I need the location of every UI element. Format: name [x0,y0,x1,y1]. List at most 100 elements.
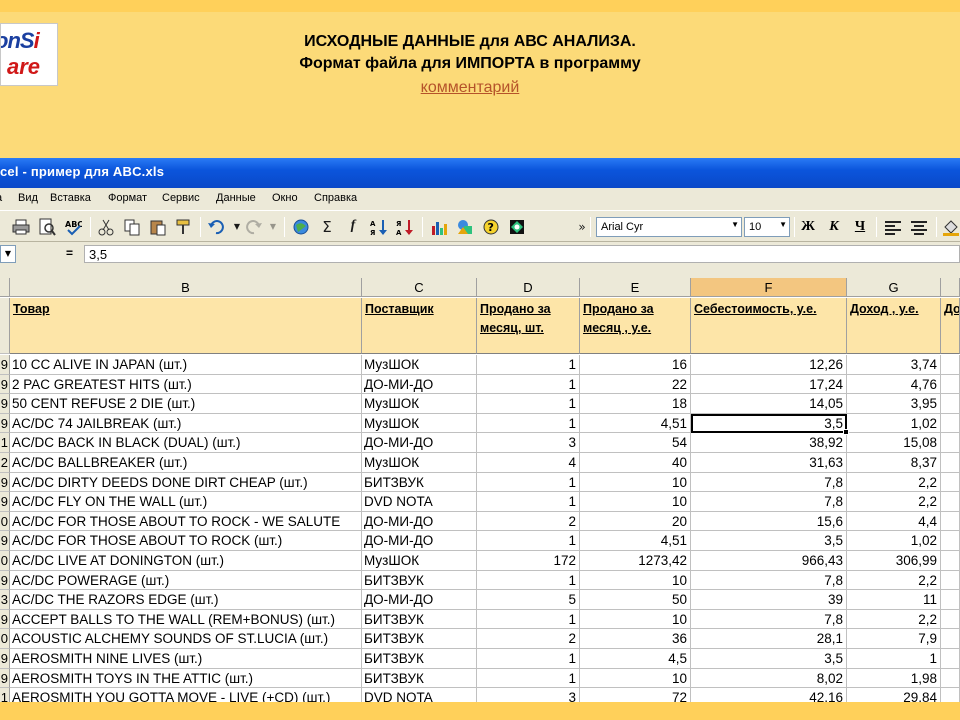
cell-product[interactable]: AC/DC POWERAGE (шт.) [10,570,362,591]
menu-item[interactable]: Справка [314,192,357,204]
sort-ascending-icon[interactable]: AЯ [370,218,388,237]
menu-item[interactable]: а [0,192,2,204]
cell-qty[interactable]: 4 [477,453,580,473]
column-a-cell[interactable]: 9 [0,609,10,630]
cell-sum[interactable]: 16 [580,355,691,375]
name-box-dropdown[interactable]: ▼ [0,245,16,263]
cell-next[interactable] [941,453,960,473]
cell-next[interactable] [941,394,960,414]
paste-icon[interactable] [149,218,167,236]
cell-supplier[interactable]: МузШОК [362,394,477,414]
header-cell-next[interactable]: До [941,298,960,354]
cell-cost[interactable]: 7,8 [691,609,847,630]
cell-next[interactable] [941,629,960,649]
column-header[interactable]: G [847,278,941,297]
cut-icon[interactable] [97,218,115,236]
column-a-cell[interactable]: 9 [0,472,10,493]
cell-sum[interactable]: 10 [580,609,691,630]
cell-product[interactable]: 50 CENT REFUSE 2 DIE (шт.) [10,394,362,414]
cell-qty[interactable]: 1 [477,413,580,434]
redo-dropdown-icon[interactable]: ▼ [264,218,282,236]
column-a-cell[interactable]: 2 [0,453,10,473]
cell-cost[interactable]: 31,63 [691,453,847,473]
cell-cost[interactable]: 17,24 [691,374,847,395]
cell-supplier[interactable]: ДО-МИ-ДО [362,590,477,610]
italic-button[interactable]: К [824,218,844,236]
menu-item[interactable]: Данные [216,192,256,204]
cell-cost[interactable]: 3,5 [691,649,847,669]
cell-qty[interactable]: 5 [477,590,580,610]
cell-qty[interactable]: 1 [477,531,580,551]
cell-cost[interactable]: 15,6 [691,511,847,532]
cell-supplier[interactable]: БИТЗВУК [362,609,477,630]
underline-button[interactable]: Ч [850,218,870,236]
cell-income[interactable]: 1,02 [847,531,941,551]
row-header[interactable] [0,298,10,354]
column-a-cell[interactable]: 9 [0,374,10,395]
cell-qty[interactable]: 1 [477,355,580,375]
cell-qty[interactable]: 1 [477,374,580,395]
cell-cost[interactable]: 38,92 [691,433,847,453]
cell-qty[interactable]: 3 [477,688,580,702]
column-header[interactable]: F [691,278,847,297]
format-painter-icon[interactable] [175,218,193,236]
column-header[interactable]: D [477,278,580,297]
cell-product[interactable]: ACCEPT BALLS TO THE WALL (REM+BONUS) (шт… [10,609,362,630]
column-a-cell[interactable]: 0 [0,511,10,532]
cell-income[interactable]: 306,99 [847,551,941,571]
cell-cost[interactable]: 7,8 [691,472,847,493]
cell-qty[interactable]: 1 [477,609,580,630]
undo-dropdown-icon[interactable]: ▼ [228,218,246,236]
print-icon[interactable] [12,218,30,236]
menu-item[interactable]: Формат [108,192,147,204]
cell-cost[interactable]: 14,05 [691,394,847,414]
cell-next[interactable] [941,649,960,669]
cell-qty[interactable]: 1 [477,472,580,493]
cell-cost[interactable]: 7,8 [691,492,847,512]
cell-sum[interactable]: 10 [580,472,691,493]
column-a-cell[interactable]: 9 [0,570,10,591]
cell-sum[interactable]: 36 [580,629,691,649]
cell-supplier[interactable]: БИТЗВУК [362,472,477,493]
header-cell-product[interactable]: Товар [10,298,362,354]
column-a-cell[interactable]: 9 [0,649,10,669]
cell-income[interactable]: 4,76 [847,374,941,395]
font-name-select[interactable]: Arial Cyr ▼ [596,217,742,237]
cell-next[interactable] [941,531,960,551]
cell-income[interactable]: 29,84 [847,688,941,702]
menu-item[interactable]: Вставка [50,192,91,204]
cell-sum[interactable]: 22 [580,374,691,395]
cell-supplier[interactable]: БИТЗВУК [362,649,477,669]
cell-sum[interactable]: 20 [580,511,691,532]
copy-icon[interactable] [123,218,141,236]
column-a-cell[interactable]: 9 [0,394,10,414]
column-header-a[interactable] [0,278,10,297]
cell-cost[interactable]: 39 [691,590,847,610]
chart-wizard-icon[interactable] [430,218,448,236]
cell-income[interactable]: 7,9 [847,629,941,649]
undo-icon[interactable] [207,218,225,236]
cell-qty[interactable]: 1 [477,649,580,669]
cell-next[interactable] [941,511,960,532]
header-cell-qty[interactable]: Продано за месяц, шт. [477,298,580,354]
drawing-icon[interactable] [456,218,474,236]
cell-income[interactable]: 2,2 [847,570,941,591]
cell-supplier[interactable]: МузШОК [362,551,477,571]
cell-product[interactable]: AC/DC FOR THOSE ABOUT TO ROCK (шт.) [10,531,362,551]
cell-income[interactable]: 1,02 [847,413,941,434]
cell-supplier[interactable]: ДО-МИ-ДО [362,531,477,551]
cell-income[interactable]: 2,2 [847,609,941,630]
cell-product[interactable]: AEROSMITH NINE LIVES (шт.) [10,649,362,669]
column-a-cell[interactable]: 0 [0,629,10,649]
cell-sum[interactable]: 4,51 [580,531,691,551]
formula-input[interactable]: 3,5 [84,245,960,263]
header-cell-sum[interactable]: Продано за месяц , у.е. [580,298,691,354]
hyperlink-icon[interactable] [292,218,310,236]
fill-handle[interactable] [843,429,849,436]
align-left-icon[interactable] [884,218,902,236]
cell-next[interactable] [941,668,960,689]
column-a-cell[interactable]: 1 [0,688,10,702]
cell-income[interactable]: 2,2 [847,472,941,493]
cell-income[interactable]: 15,08 [847,433,941,453]
cell-cost[interactable]: 28,1 [691,629,847,649]
